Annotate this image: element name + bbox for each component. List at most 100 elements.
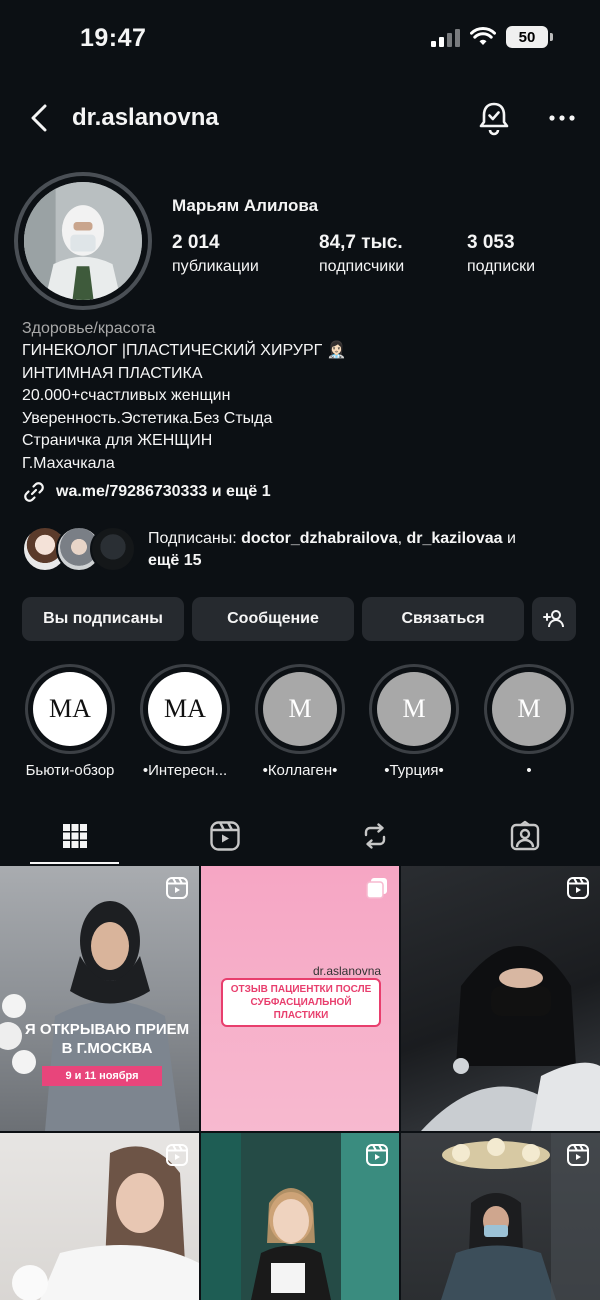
bio-link[interactable]: wa.me/79286730333 и ещё 1: [22, 480, 271, 504]
wifi-icon: [470, 27, 496, 45]
post-thumbnail[interactable]: [0, 1133, 199, 1300]
tab-reels[interactable]: [150, 808, 300, 864]
message-button[interactable]: Сообщение: [192, 597, 354, 641]
post-overlay-title: Я открываю прием в г.Москва: [24, 1021, 190, 1057]
status-time: 19:47: [80, 24, 147, 52]
notification-bell-icon: [479, 102, 509, 136]
profile-bio: Здоровье/красота ГИНЕКОЛОГ |ПЛАСТИЧЕСКИЙ…: [22, 318, 582, 475]
reel-icon: [166, 1144, 188, 1166]
highlight-label: Бьюти-обзор: [25, 762, 115, 779]
link-icon: [24, 482, 44, 502]
bio-line: 20.000+счастливых женщин: [22, 387, 231, 404]
followed-by[interactable]: Подписаны: doctor_dzhabrailova, dr_kazil…: [22, 526, 582, 576]
bio-line: ГИНЕКОЛОГ |ПЛАСТИЧЕСКИЙ ХИРУРГ 👩🏻‍⚕️: [22, 342, 347, 359]
reel-icon: [166, 877, 188, 899]
story-highlights: MA Бьюти-обзор MA •Интересн... M •Коллаг…: [0, 664, 600, 784]
tagged-icon: [510, 820, 540, 851]
followed-by-user[interactable]: dr_kazilovaa: [406, 530, 502, 547]
bio-line: ИНТИМНАЯ ПЛАСТИКА: [22, 364, 203, 382]
profile-full-name: Марьям Алилова: [172, 196, 319, 215]
post-handle: dr.aslanovna: [313, 964, 382, 978]
bio-category[interactable]: Здоровье/красота: [22, 318, 582, 340]
highlight-item[interactable]: M •Коллаген•: [250, 664, 350, 779]
highlight-item[interactable]: M •Турция•: [364, 664, 464, 779]
reel-icon: [366, 1144, 388, 1166]
add-user-icon: [543, 610, 564, 628]
tab-reposts[interactable]: [300, 808, 450, 864]
following-button[interactable]: Вы подписаны: [22, 597, 184, 641]
followed-by-and: и: [502, 530, 516, 547]
bio-link-text: wa.me/79286730333 и ещё 1: [56, 483, 271, 500]
highlight-logo: M: [377, 672, 451, 746]
stat-posts[interactable]: 2 014 публикации: [172, 232, 259, 276]
back-button[interactable]: [22, 100, 58, 136]
highlight-logo: MA: [33, 672, 107, 746]
stat-posts-label: публикации: [172, 258, 259, 275]
post-thumbnail[interactable]: [201, 1133, 399, 1300]
mutual-avatars: [22, 526, 142, 574]
highlight-label: •Коллаген•: [262, 762, 338, 779]
post-image: [421, 946, 600, 1131]
post-image: [0, 901, 180, 1131]
notifications-button[interactable]: [474, 98, 514, 138]
followed-by-more[interactable]: ещё 15: [148, 552, 202, 569]
stat-followers[interactable]: 84,7 тыс. подписчики: [319, 232, 404, 276]
post-overlay-date: 9 и 11 ноября: [42, 1066, 162, 1086]
highlight-logo: M: [492, 672, 566, 746]
carousel-icon: [366, 878, 387, 899]
stat-following-value: 3 053: [467, 232, 515, 253]
cellular-signal-icon: [431, 27, 460, 47]
profile-avatar-ring[interactable]: [14, 172, 152, 310]
bio-line: Уверенность.Эстетика.Без Стыда: [22, 409, 273, 427]
reel-icon: [567, 1144, 589, 1166]
avatar: [24, 182, 142, 300]
post-thumbnail[interactable]: Я открываю прием в г.Москва 9 и 11 ноябр…: [0, 866, 199, 1131]
grid-icon: [63, 824, 87, 848]
chevron-left-icon: [31, 104, 47, 132]
highlight-ring: M: [369, 664, 459, 754]
repost-icon: [364, 823, 386, 849]
suggested-users-button[interactable]: [532, 597, 576, 641]
highlight-item[interactable]: MA Бьюти-обзор: [20, 664, 120, 779]
post-thumbnail[interactable]: dr.aslanovna ОТЗЫВ ПАЦИЕНТКИ ПОСЛЕ СУБФА…: [201, 866, 399, 1131]
stat-posts-value: 2 014: [172, 232, 220, 253]
bio-line: Г.Махачкала: [22, 454, 115, 472]
bio-line: Страничка для ЖЕНЩИН: [22, 432, 213, 449]
highlight-ring: M: [255, 664, 345, 754]
followed-by-prefix: Подписаны:: [148, 530, 242, 547]
avatar-photo: [24, 182, 142, 300]
followed-by-text: Подписаны: doctor_dzhabrailova, dr_kazil…: [148, 528, 578, 572]
tab-tagged[interactable]: [450, 808, 600, 864]
reel-icon: [567, 877, 589, 899]
post-thumbnail[interactable]: [401, 866, 600, 1131]
highlight-label: •Интересн...: [142, 762, 228, 779]
highlight-ring: MA: [25, 664, 115, 754]
highlight-item[interactable]: M •: [479, 664, 579, 779]
highlight-ring: M: [484, 664, 574, 754]
stat-followers-value: 84,7 тыс.: [319, 232, 403, 253]
highlight-ring: MA: [140, 664, 230, 754]
highlight-label: •: [526, 762, 532, 779]
stat-following-label: подписки: [467, 258, 536, 275]
profile-tabs: [0, 808, 600, 864]
active-tab-indicator: [30, 862, 119, 864]
contact-button[interactable]: Связаться: [362, 597, 524, 641]
more-horizontal-icon: [549, 115, 575, 121]
highlight-logo: M: [263, 672, 337, 746]
status-bar: 19:47 50: [0, 0, 600, 80]
followed-by-user[interactable]: doctor_dzhabrailova: [241, 530, 397, 547]
highlight-label: •Турция•: [384, 762, 444, 779]
more-options-button[interactable]: [542, 98, 582, 138]
highlight-logo: MA: [148, 672, 222, 746]
post-thumbnail[interactable]: [401, 1133, 600, 1300]
profile-header: dr.aslanovna: [0, 90, 600, 146]
tab-posts[interactable]: [0, 808, 150, 864]
post-banner: ОТЗЫВ ПАЦИЕНТКИ ПОСЛЕ СУБФАСЦИАЛЬНОЙ ПЛА…: [221, 978, 381, 1027]
reels-icon: [210, 821, 240, 851]
profile-actions: Вы подписаны Сообщение Связаться: [22, 597, 578, 641]
avatar: [90, 526, 136, 572]
header-username: dr.aslanovna: [72, 104, 219, 131]
status-icons: 50: [431, 26, 553, 48]
stat-following[interactable]: 3 053 подписки: [467, 232, 535, 276]
highlight-item[interactable]: MA •Интересн...: [135, 664, 235, 779]
